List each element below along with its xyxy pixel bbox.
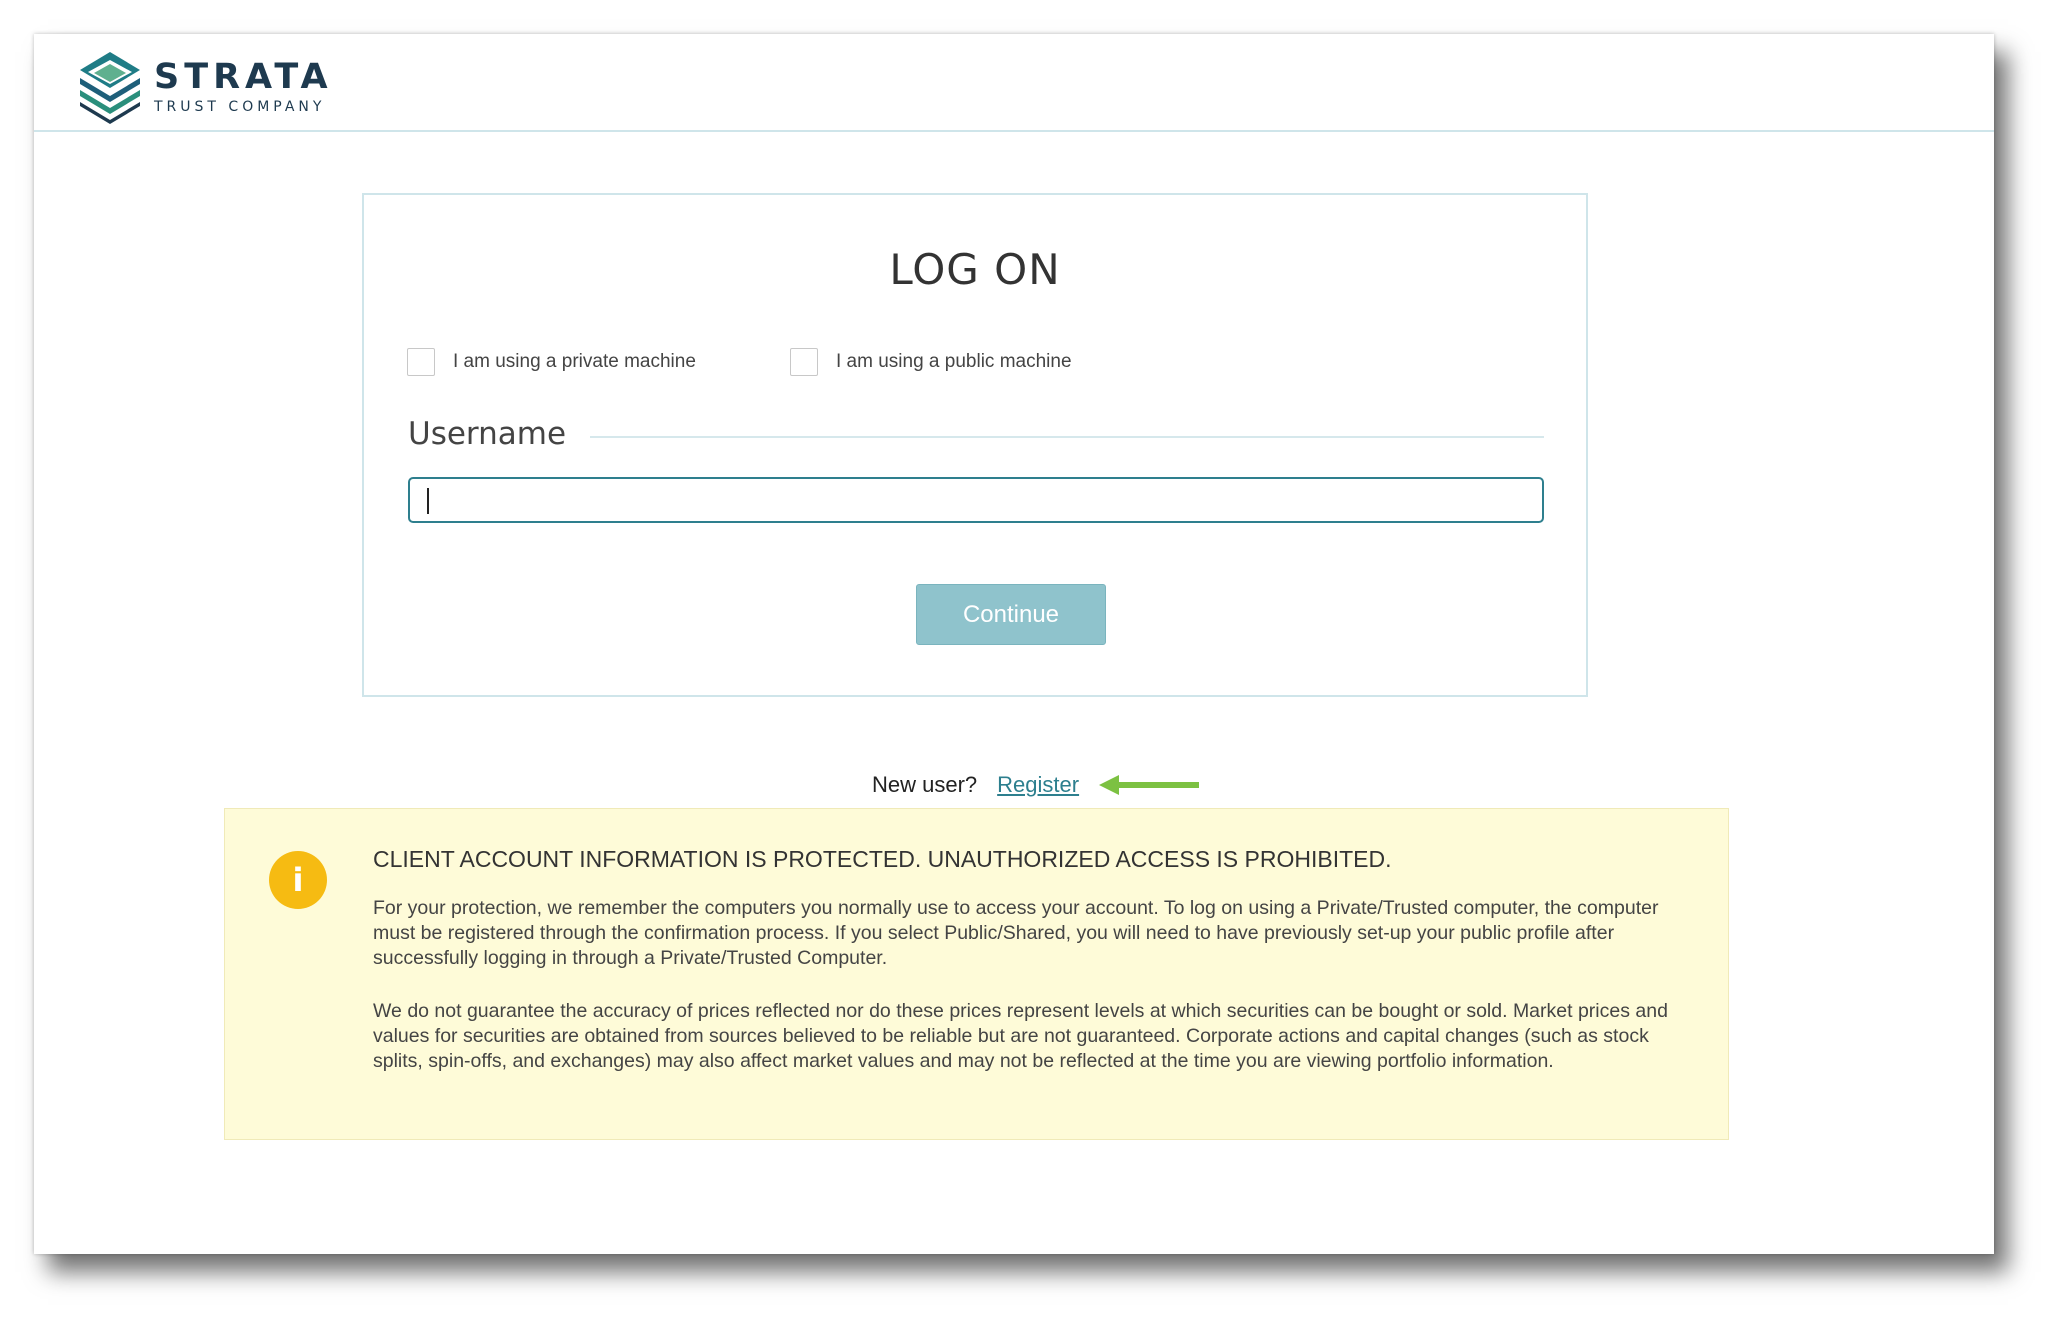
notice-paragraph-protection: For your protection, we remember the com…	[373, 897, 1659, 969]
info-icon: i	[269, 851, 327, 909]
new-user-prompt: New user?	[872, 772, 978, 797]
logo-subtitle: TRUST COMPANY	[154, 99, 326, 115]
security-notice: i CLIENT ACCOUNT INFORMATION IS PROTECTE…	[224, 808, 1729, 1140]
strata-logo-icon	[80, 52, 140, 124]
username-input[interactable]	[408, 477, 1544, 523]
site-header: STRATA TRUST COMPANY	[34, 34, 1994, 132]
text-cursor	[427, 488, 429, 514]
new-user-row: New user? Register	[872, 772, 1200, 798]
strata-logo[interactable]: STRATA TRUST COMPANY	[78, 50, 333, 124]
public-machine-label[interactable]: I am using a public machine	[836, 351, 1072, 373]
browser-window: STRATA TRUST COMPANY LOG ON I am using a…	[34, 34, 1994, 1254]
public-machine-option[interactable]: I am using a public machine	[790, 348, 1072, 376]
public-machine-checkbox[interactable]	[790, 348, 818, 376]
notice-heading: CLIENT ACCOUNT INFORMATION IS PROTECTED.…	[373, 846, 1392, 872]
login-card: LOG ON I am using a private machine I am…	[362, 193, 1588, 697]
username-label-row: Username	[408, 416, 1544, 452]
private-machine-option[interactable]: I am using a private machine	[407, 348, 696, 376]
notice-paragraph-disclaimer: We do not guarantee the accuracy of pric…	[373, 1000, 1668, 1072]
register-link[interactable]: Register	[997, 772, 1079, 798]
arrow-left-icon	[1099, 775, 1200, 795]
page-title: LOG ON	[889, 245, 1061, 294]
divider	[590, 436, 1544, 438]
private-machine-label[interactable]: I am using a private machine	[453, 351, 696, 373]
logo-name: STRATA	[154, 57, 333, 97]
continue-button[interactable]: Continue	[916, 584, 1106, 645]
private-machine-checkbox[interactable]	[407, 348, 435, 376]
username-label: Username	[408, 416, 567, 452]
